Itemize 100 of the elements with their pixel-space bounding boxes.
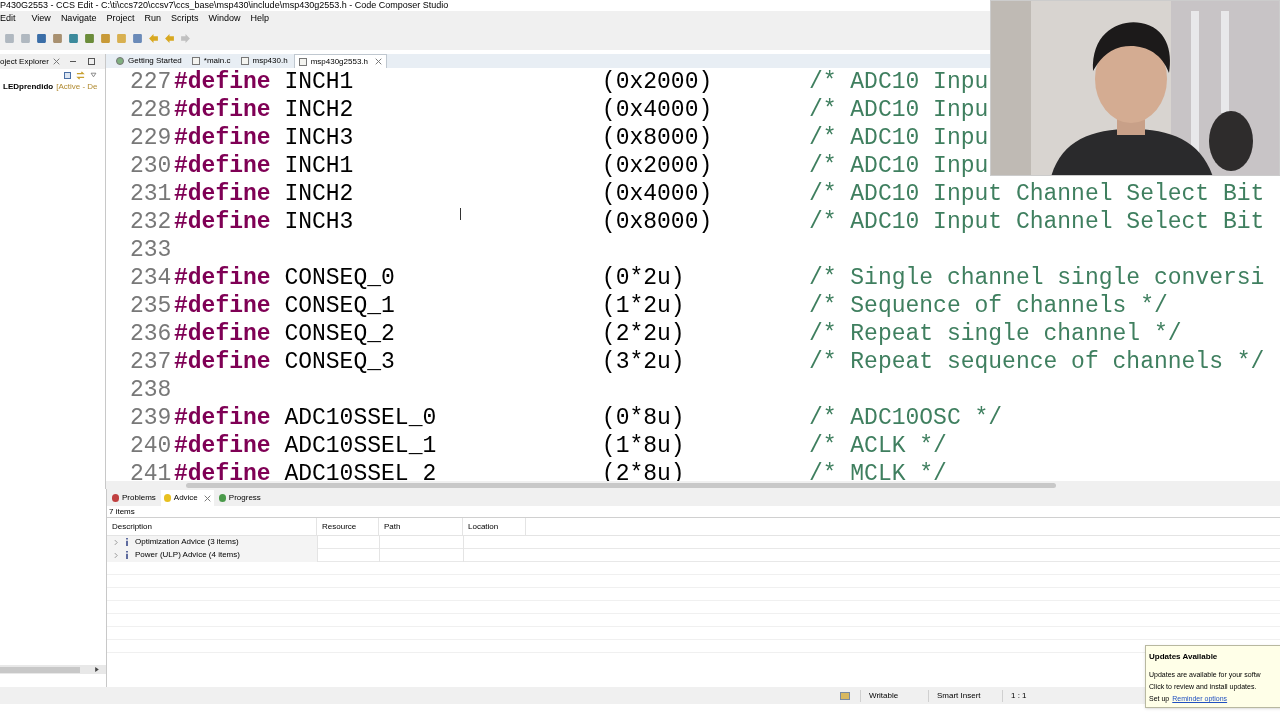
code-comment: /* ADC10 Inpu [808,95,989,125]
menu-item[interactable]: Project [101,11,140,26]
menu-item[interactable]: Run [139,11,166,26]
line-number: 232 [130,208,172,235]
column-header[interactable]: Resource [317,517,379,536]
code-comment: /* ADC10 Inpu [808,151,989,181]
macro-name: INCH1 [284,68,354,95]
scrollbar-thumb[interactable] [0,666,80,673]
keyword: #define [174,180,271,207]
code-comment: /* ADC10 Input Channel Select Bit [808,179,1265,209]
keyword: #define [174,320,271,347]
keyword: #define [174,96,271,123]
macro-value: (0x2000) [601,68,713,95]
panel-tab[interactable]: Advice [160,490,214,506]
menu-item[interactable]: View [26,11,56,26]
code-comment: /* ACLK */ [808,431,947,461]
status-text: 1 : 1 [1002,689,1027,702]
keyword: #define [174,152,271,179]
info-icon [125,551,129,559]
menu-item[interactable]: Help [245,11,274,26]
macro-value: (0x2000) [601,152,713,179]
file-icon [116,57,124,65]
editor-tab[interactable]: *main.c [187,54,235,68]
code-comment: /* ADC10 Inpu [808,68,989,97]
macro-name: CONSEQ_1 [284,292,395,319]
macro-value: (0*2u) [601,264,685,291]
line-number: 240 [130,432,172,459]
line-number: 229 [130,124,172,151]
line-number: 237 [130,348,172,375]
link-icon[interactable] [76,70,85,80]
macro-name: INCH3 [284,208,354,235]
right-arrow-icon[interactable] [180,32,191,44]
status-text: Writable [860,689,918,702]
column-header[interactable]: Path [379,517,463,536]
line-number: 238 [130,376,172,403]
editor-tab[interactable]: msp430.h [236,54,292,68]
item-count: 7 items [108,506,136,517]
macro-value: (0x8000) [601,208,713,235]
file-icon [298,57,307,66]
close-icon[interactable] [203,494,211,502]
code-comment: /* ADC10 Input Channel Select Bit [808,207,1265,237]
macro-name: CONSEQ_3 [284,348,395,375]
project-status: [Active - De [56,81,98,93]
column-header[interactable]: Description [107,517,317,536]
code-comment: /* Single channel single conversi [808,263,1265,293]
keyword: #define [174,432,271,459]
keyword: #define [174,460,271,487]
menu-item[interactable]: Edit [0,11,27,26]
status-icon [840,691,850,700]
line-number: 234 [130,264,172,291]
code-comment: /* Repeat sequence of channels */ [808,347,1265,377]
close-icon[interactable] [52,58,60,65]
editor-tab[interactable]: Getting Started [112,54,186,68]
macro-value: (1*2u) [601,292,685,319]
macro-value: (0x4000) [601,96,713,123]
macro-name: INCH3 [284,124,354,151]
line-number: 236 [130,320,172,347]
macro-name: INCH2 [284,96,354,123]
scrollbar-thumb[interactable] [186,483,1056,488]
macro-value: (0*8u) [601,404,685,431]
macro-name: CONSEQ_0 [284,264,395,291]
line-number: 239 [130,404,172,431]
code-comment: /* MCLK */ [808,459,947,489]
code-comment: /* Sequence of channels */ [808,291,1168,321]
menu-item[interactable]: Window [203,11,246,26]
line-number: 228 [130,96,172,123]
line-number: 227 [130,68,172,95]
maximize-icon[interactable] [88,58,95,65]
macro-name: INCH2 [284,180,354,207]
macro-name: CONSEQ_2 [284,320,395,347]
project-name[interactable]: LEDprendido [3,81,54,93]
panel-title: oject Explorer [0,55,49,68]
file-icon [191,57,200,65]
text-cursor-icon [460,208,461,220]
collapse-icon[interactable] [64,71,71,79]
keyword: #define [174,264,271,291]
editor-tab[interactable]: msp430g2553.h [293,54,388,68]
macro-value: (0x8000) [601,124,713,151]
keyword: #define [174,68,271,95]
menu-item[interactable]: Scripts [165,11,204,26]
file-icon [240,57,249,65]
window-title: P430G2553 - CCS Edit - C:\ti\ccs720\ccsv7\ccs_base\msp430\include\msp430g2553.h - Code Composer Studio [0,0,449,11]
line-number: 241 [130,460,172,487]
scroll-right-icon[interactable] [94,666,100,673]
dropdown-icon[interactable] [90,72,97,78]
macro-name: ADC10SSEL_2 [284,460,437,487]
status-text: Smart Insert [928,689,992,702]
close-icon[interactable] [375,58,383,65]
line-number: 233 [130,236,172,263]
macro-value: (1*8u) [601,432,685,459]
panel-tab[interactable]: Progress [215,490,264,506]
left-arrow-icon[interactable] [164,32,175,44]
macro-value: (2*2u) [601,320,685,347]
macro-name: ADC10SSEL_0 [284,404,437,431]
menu-item[interactable]: Navigate [55,11,102,26]
line-number: 231 [130,180,172,207]
panel-tab[interactable]: Problems [109,490,159,506]
left-arrow-icon[interactable] [148,32,159,44]
column-header[interactable]: Location [463,517,526,536]
keyword: #define [174,404,271,431]
